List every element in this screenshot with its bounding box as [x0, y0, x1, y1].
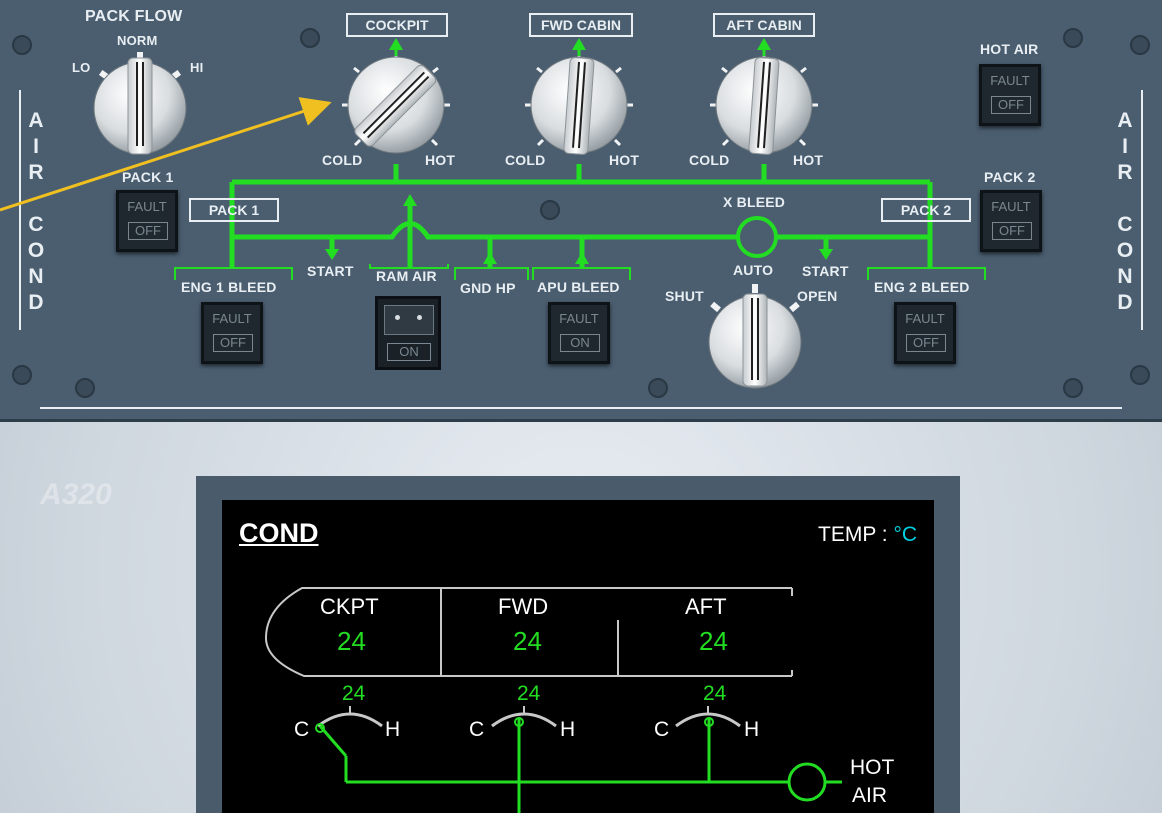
guard-screw-icon [417, 315, 422, 320]
hot-air-valve-label-line2: AIR [852, 784, 888, 807]
pack-flow-lo-label: LO [72, 60, 91, 75]
pack1-label: PACK 1 [122, 169, 174, 185]
aft-cabin-zone-label: AFT CABIN [713, 13, 815, 37]
ckpt-zone-temp: 24 [337, 626, 366, 656]
pack-flow-hi-label: HI [190, 60, 204, 75]
pack2-pushbutton[interactable]: FAULT OFF [980, 190, 1042, 252]
a320-watermark: A320 [40, 478, 112, 511]
fwd-duct-temp: 24 [517, 682, 541, 705]
aft-zone-label: AFT [685, 594, 727, 619]
start-label-left: START [307, 263, 354, 279]
cockpit-hot-label: HOT [425, 152, 456, 168]
ckpt-cold-marker: C [294, 718, 310, 741]
fwd-zone-temp: 24 [513, 626, 542, 656]
temp-unit-label: TEMP : °C [818, 523, 918, 546]
apu-bleed-pushbutton[interactable]: FAULT ON [548, 302, 610, 364]
x-bleed-open-label: OPEN [797, 288, 838, 304]
pack-flow-selector[interactable] [94, 62, 186, 154]
guard-screw-icon [395, 315, 400, 320]
start-label-right: START [802, 263, 849, 279]
aft-duct-temp: 24 [703, 682, 727, 705]
temp-unit-value: °C [893, 523, 918, 546]
x-bleed-auto-label: AUTO [733, 262, 774, 278]
ckpt-duct-temp: 24 [342, 682, 366, 705]
pack2-off-light: OFF [992, 222, 1032, 240]
cockpit-temp-selector[interactable] [348, 57, 444, 153]
air-cond-side-label-left: AIR COND [27, 109, 45, 314]
aft-hot-marker: H [744, 718, 760, 741]
cockpit-zone-label: COCKPIT [346, 13, 448, 37]
eng1-bleed-pushbutton[interactable]: FAULT OFF [201, 302, 263, 364]
ckpt-zone-label: CKPT [320, 594, 379, 619]
pack1-fault-light: FAULT [127, 199, 167, 214]
eng1-bleed-label: ENG 1 BLEED [181, 279, 277, 295]
eng1-bleed-fault-light: FAULT [212, 311, 252, 326]
apu-bleed-label: APU BLEED [537, 279, 620, 295]
fwd-cold-marker: C [469, 718, 485, 741]
fwd-cabin-cold-label: COLD [505, 152, 546, 168]
pack1-pushbutton[interactable]: FAULT OFF [116, 190, 178, 252]
ckpt-hot-marker: H [385, 718, 401, 741]
ram-air-label: RAM AIR [376, 268, 437, 284]
fwd-zone-label: FWD [498, 594, 549, 619]
pack1-duct-label: PACK 1 [189, 198, 279, 222]
ecam-page-title: COND [239, 518, 319, 548]
ram-air-guarded-pushbutton[interactable]: ON [375, 296, 441, 370]
aft-cabin-cold-label: COLD [689, 152, 730, 168]
eng2-bleed-off-light: OFF [906, 334, 946, 352]
hot-air-label: HOT AIR [980, 41, 1039, 57]
ram-air-on-light: ON [387, 343, 431, 361]
air-cond-side-label-right: AIR COND [1116, 109, 1134, 314]
x-bleed-label: X BLEED [723, 194, 786, 210]
eng2-bleed-pushbutton[interactable]: FAULT OFF [894, 302, 956, 364]
hot-air-valve-label-line1: HOT [850, 756, 895, 779]
gnd-hp-label: GND HP [460, 280, 516, 296]
x-bleed-shut-label: SHUT [665, 288, 704, 304]
x-bleed-selector[interactable] [709, 296, 801, 388]
ram-air-guard-cover[interactable] [384, 305, 434, 335]
apu-bleed-on-light: ON [560, 334, 600, 352]
air-cond-overhead-panel: AIR COND AIR COND PACK FLOW NORM LO HI C… [0, 0, 1162, 422]
fwd-cabin-temp-selector[interactable] [531, 57, 627, 153]
pack2-duct-label: PACK 2 [881, 198, 971, 222]
eng1-bleed-off-light: OFF [213, 334, 253, 352]
fwd-cabin-hot-label: HOT [609, 152, 640, 168]
pack-flow-norm-label: NORM [117, 33, 158, 48]
hot-air-off-light: OFF [991, 96, 1031, 114]
fwd-hot-marker: H [560, 718, 576, 741]
aft-cold-marker: C [654, 718, 670, 741]
ecam-cond-page: COND TEMP : °C CKPT 24 FWD 24 AFT 24 24 … [222, 500, 934, 813]
pack2-label: PACK 2 [984, 169, 1036, 185]
aft-zone-temp: 24 [699, 626, 728, 656]
pack2-fault-light: FAULT [991, 199, 1031, 214]
pack-flow-title: PACK FLOW [85, 8, 183, 25]
pack1-off-light: OFF [128, 222, 168, 240]
cockpit-cold-label: COLD [322, 152, 363, 168]
eng2-bleed-label: ENG 2 BLEED [874, 279, 970, 295]
aft-cabin-hot-label: HOT [793, 152, 824, 168]
fwd-cabin-zone-label: FWD CABIN [529, 13, 633, 37]
eng2-bleed-fault-light: FAULT [905, 311, 945, 326]
hot-air-fault-light: FAULT [990, 73, 1030, 88]
aft-cabin-temp-selector[interactable] [716, 57, 812, 153]
apu-bleed-fault-light: FAULT [559, 311, 599, 326]
hot-air-pushbutton[interactable]: FAULT OFF [979, 64, 1041, 126]
